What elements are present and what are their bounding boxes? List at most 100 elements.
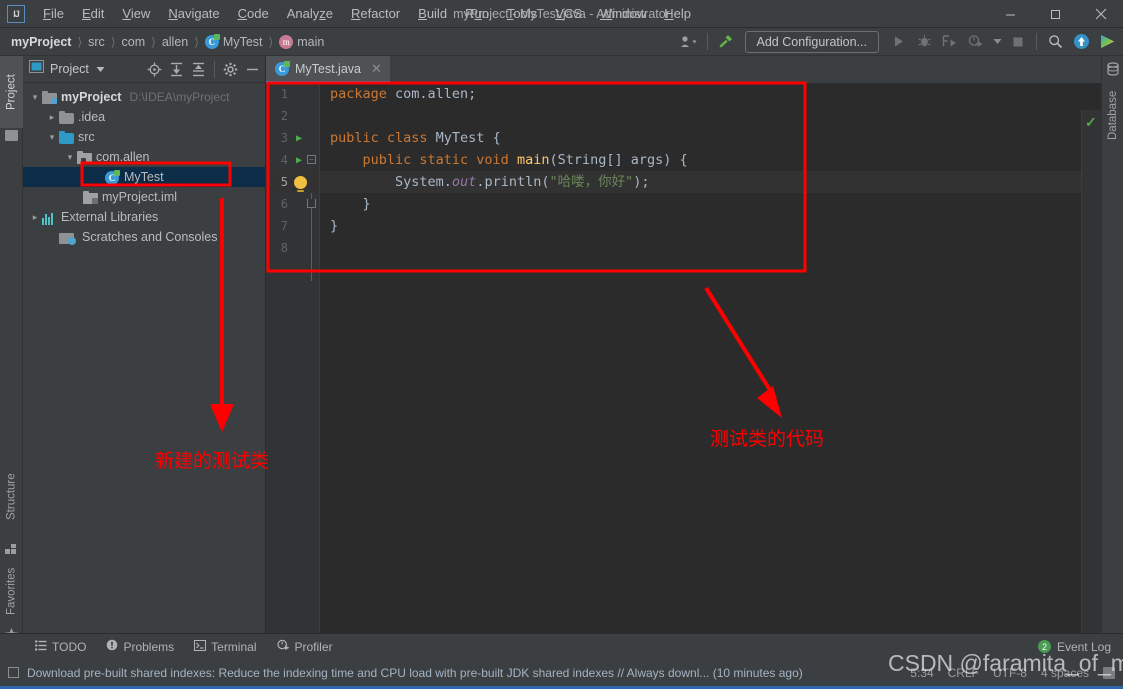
chevron-right-icon[interactable]: ▸ — [45, 112, 59, 123]
menu-tools[interactable]: Tools — [498, 3, 546, 24]
sidebar-tab-project[interactable]: Project — [0, 56, 23, 128]
run-class-gutter-icon[interactable]: ▶ — [292, 133, 306, 144]
collapse-all-icon[interactable] — [188, 59, 209, 80]
run-coverage-icon[interactable] — [938, 31, 962, 53]
line-number: 4 — [280, 153, 288, 167]
tree-node-myproject-iml[interactable]: myProject.iml — [23, 187, 265, 207]
run-toolbar: Add Configuration... — [677, 30, 1120, 53]
tree-node-idea[interactable]: ▸ .idea — [23, 107, 265, 127]
maximize-button[interactable] — [1033, 0, 1078, 28]
tree-node-src[interactable]: ▾ src — [23, 127, 265, 147]
inspection-sidebar[interactable]: ✓ — [1081, 110, 1101, 660]
menu-window[interactable]: Window — [591, 3, 655, 24]
chevron-right-icon[interactable]: ▸ — [28, 212, 42, 223]
tree-node-external-libraries[interactable]: ▸ External Libraries — [23, 207, 265, 227]
breadcrumb: myProject ⟩ src ⟩ com ⟩ allen ⟩ C MyTest… — [0, 32, 327, 51]
chevron-down-icon[interactable] — [96, 60, 105, 78]
code-string-literal: "哈喽，你好" — [549, 174, 634, 190]
menu-code[interactable]: Code — [229, 3, 278, 24]
breadcrumb-main[interactable]: m main — [276, 33, 327, 51]
breadcrumb-mytest[interactable]: C MyTest — [202, 32, 266, 51]
menu-help[interactable]: Help — [655, 3, 700, 24]
editor-tab-mytest-java[interactable]: C MyTest.java ✕ — [266, 56, 390, 83]
hide-panel-icon[interactable] — [242, 59, 263, 80]
folder-icon — [59, 110, 74, 124]
tree-node-scratches[interactable]: Scratches and Consoles — [23, 227, 265, 247]
breadcrumb-com[interactable]: com — [119, 33, 149, 51]
sidebar-tab-database[interactable]: Database — [1102, 80, 1123, 150]
menu-refactor[interactable]: Refactor — [342, 3, 409, 24]
close-icon[interactable]: ✕ — [371, 61, 382, 77]
breadcrumb-separator-icon: ⟩ — [77, 34, 83, 49]
file-encoding[interactable]: UTF-8 — [993, 666, 1027, 680]
chevron-down-icon[interactable] — [990, 31, 1004, 53]
breadcrumb-allen[interactable]: allen — [159, 33, 191, 51]
status-bar-right: 5:34 CRLF UTF-8 4 spaces — [910, 666, 1115, 680]
status-message[interactable]: Download pre-built shared indexes: Reduc… — [27, 666, 803, 680]
menu-build[interactable]: Build — [409, 3, 456, 24]
terminal-icon — [194, 639, 207, 654]
debug-icon[interactable] — [912, 31, 936, 53]
sidebar-tab-favorites[interactable]: Favorites — [0, 553, 23, 629]
menu-run[interactable]: Run — [456, 3, 498, 24]
minimize-button[interactable] — [988, 0, 1033, 28]
fold-collapse-icon[interactable]: − — [307, 155, 316, 164]
tree-node-mytest[interactable]: C MyTest — [23, 167, 265, 187]
code-text-area[interactable]: package com.allen; public class MyTest {… — [320, 83, 1101, 633]
breadcrumb-src[interactable]: src — [85, 33, 108, 51]
update-project-icon[interactable] — [1069, 31, 1093, 53]
add-configuration-button[interactable]: Add Configuration... — [744, 30, 879, 53]
run-method-gutter-icon[interactable]: ▶ — [292, 155, 306, 166]
caret-position[interactable]: 5:34 — [910, 666, 933, 680]
inspection-ok-icon[interactable]: ✓ — [1085, 114, 1097, 131]
tool-button-profiler[interactable]: Profiler — [268, 636, 342, 657]
menu-edit[interactable]: Edit — [73, 3, 113, 24]
close-button[interactable] — [1078, 0, 1123, 28]
gutter-line-5: 5 — [266, 171, 319, 193]
indent-setting[interactable]: 4 spaces — [1041, 666, 1089, 680]
stop-icon[interactable] — [1006, 31, 1030, 53]
search-everywhere-icon[interactable] — [1043, 31, 1067, 53]
chevron-down-icon[interactable]: ▾ — [28, 92, 42, 103]
breadcrumb-separator-icon: ⟩ — [110, 34, 116, 49]
chevron-down-icon[interactable]: ▾ — [45, 132, 59, 143]
fold-end-icon[interactable] — [307, 199, 316, 208]
tree-node-com-allen[interactable]: ▾ com.allen — [23, 147, 265, 167]
menu-file[interactable]: File — [34, 3, 73, 24]
menu-navigate[interactable]: Navigate — [159, 3, 228, 24]
profiler-icon[interactable] — [964, 31, 988, 53]
run-icon[interactable] — [886, 31, 910, 53]
notification-icon[interactable] — [8, 667, 19, 678]
sidebar-tab-structure[interactable]: Structure — [0, 457, 23, 537]
code-token: com.allen; — [395, 86, 477, 102]
intention-bulb-icon[interactable] — [294, 175, 307, 192]
event-log-button[interactable]: 2 Event Log — [1037, 640, 1111, 654]
run-anything-icon[interactable] — [1095, 31, 1119, 53]
project-folder-icon[interactable] — [5, 130, 18, 141]
tree-node-myproject[interactable]: ▾ myProject D:\IDEA\myProject — [23, 87, 265, 107]
tool-button-problems[interactable]: Problems — [97, 636, 183, 657]
expand-all-icon[interactable] — [166, 59, 187, 80]
menu-view[interactable]: View — [113, 3, 159, 24]
editor-gutter[interactable]: 1 2 3 ▶ 4 ▶ − 5 6 7 8 — [266, 83, 320, 633]
breadcrumb-myproject[interactable]: myProject — [8, 33, 74, 51]
build-hammer-icon[interactable] — [714, 31, 738, 53]
line-wrap-indicator-icon[interactable] — [1103, 666, 1115, 679]
line-number: 8 — [280, 241, 288, 255]
breadcrumb-label: src — [88, 34, 105, 49]
menu-vcs[interactable]: VCS — [546, 3, 591, 24]
code-token: { — [484, 130, 501, 146]
locate-icon[interactable] — [144, 59, 165, 80]
menu-analyze[interactable]: Analyze — [278, 3, 342, 24]
tool-button-todo[interactable]: TODO — [26, 637, 95, 657]
code-token: ( — [549, 152, 558, 168]
settings-gear-icon[interactable] — [220, 59, 241, 80]
code-editor[interactable]: 1 2 3 ▶ 4 ▶ − 5 6 7 8 package com.allen;… — [266, 83, 1101, 660]
project-tree: ▾ myProject D:\IDEA\myProject ▸ .idea ▾ … — [23, 83, 265, 247]
chevron-down-icon[interactable]: ▾ — [63, 152, 77, 163]
line-separator[interactable]: CRLF — [948, 666, 979, 680]
tool-button-terminal[interactable]: Terminal — [185, 637, 265, 657]
user-dropdown-icon[interactable] — [677, 31, 701, 53]
idea-window: IJ File Edit View Navigate Code Analyze … — [0, 0, 1123, 689]
